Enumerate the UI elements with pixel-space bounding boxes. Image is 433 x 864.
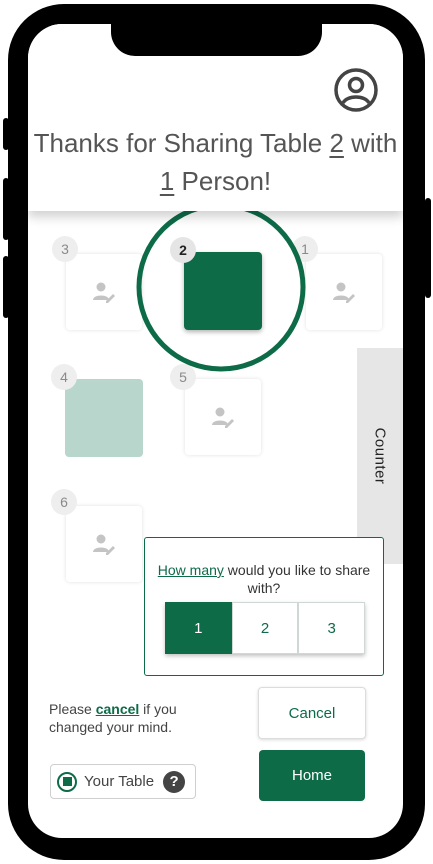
table-number: 2 (329, 128, 344, 158)
cancel-button[interactable]: Cancel (258, 687, 366, 739)
cancel-link[interactable]: cancel (96, 701, 140, 717)
person-edit-icon (212, 407, 234, 428)
table-number-badge: 2 (170, 237, 196, 263)
account-circle-icon[interactable] (333, 67, 379, 113)
cancel-hint: Please cancel if you changed your mind. (49, 701, 177, 735)
selection-highlight-ring (136, 202, 306, 372)
share-count-selector: 1 2 3 (165, 602, 366, 654)
person-edit-icon (333, 282, 355, 303)
page-title: Thanks for Sharing Table 2 with 1 Person… (33, 128, 398, 196)
phone-side-button (3, 118, 9, 150)
table-number-badge: 6 (51, 489, 77, 515)
app-screen: Thanks for Sharing Table 2 with 1 Person… (28, 24, 403, 838)
phone-side-button (3, 256, 9, 318)
share-option-3[interactable]: 3 (298, 602, 366, 654)
your-table-swatch-icon (57, 771, 77, 792)
share-question: How many would you like to share with? (157, 562, 371, 596)
counter-area: Counter (357, 348, 403, 564)
legend-label: Your Table (84, 773, 155, 790)
table-4-occupied (65, 379, 143, 457)
table-number-badge: 4 (51, 364, 77, 390)
phone-notch (111, 24, 322, 56)
phone-side-button (425, 198, 431, 298)
home-button[interactable]: Home (259, 750, 365, 801)
question-circle-icon[interactable]: ? (163, 770, 186, 793)
share-option-2[interactable]: 2 (231, 602, 299, 654)
your-table-legend: Your Table ? (50, 764, 196, 799)
person-edit-icon (93, 282, 115, 303)
share-count-panel: How many would you like to share with? 1… (144, 537, 384, 676)
table-number-badge: 3 (52, 236, 78, 262)
share-option-1[interactable]: 1 (165, 602, 232, 654)
phone-side-button (3, 178, 9, 240)
table-3[interactable] (66, 254, 142, 330)
people-count: 1 (159, 166, 175, 196)
table-1[interactable] (306, 254, 382, 330)
counter-label: Counter (371, 427, 389, 485)
person-edit-icon (93, 534, 115, 555)
share-question-link[interactable]: How many (158, 562, 224, 578)
table-5[interactable] (185, 379, 261, 455)
table-6[interactable] (66, 506, 142, 582)
